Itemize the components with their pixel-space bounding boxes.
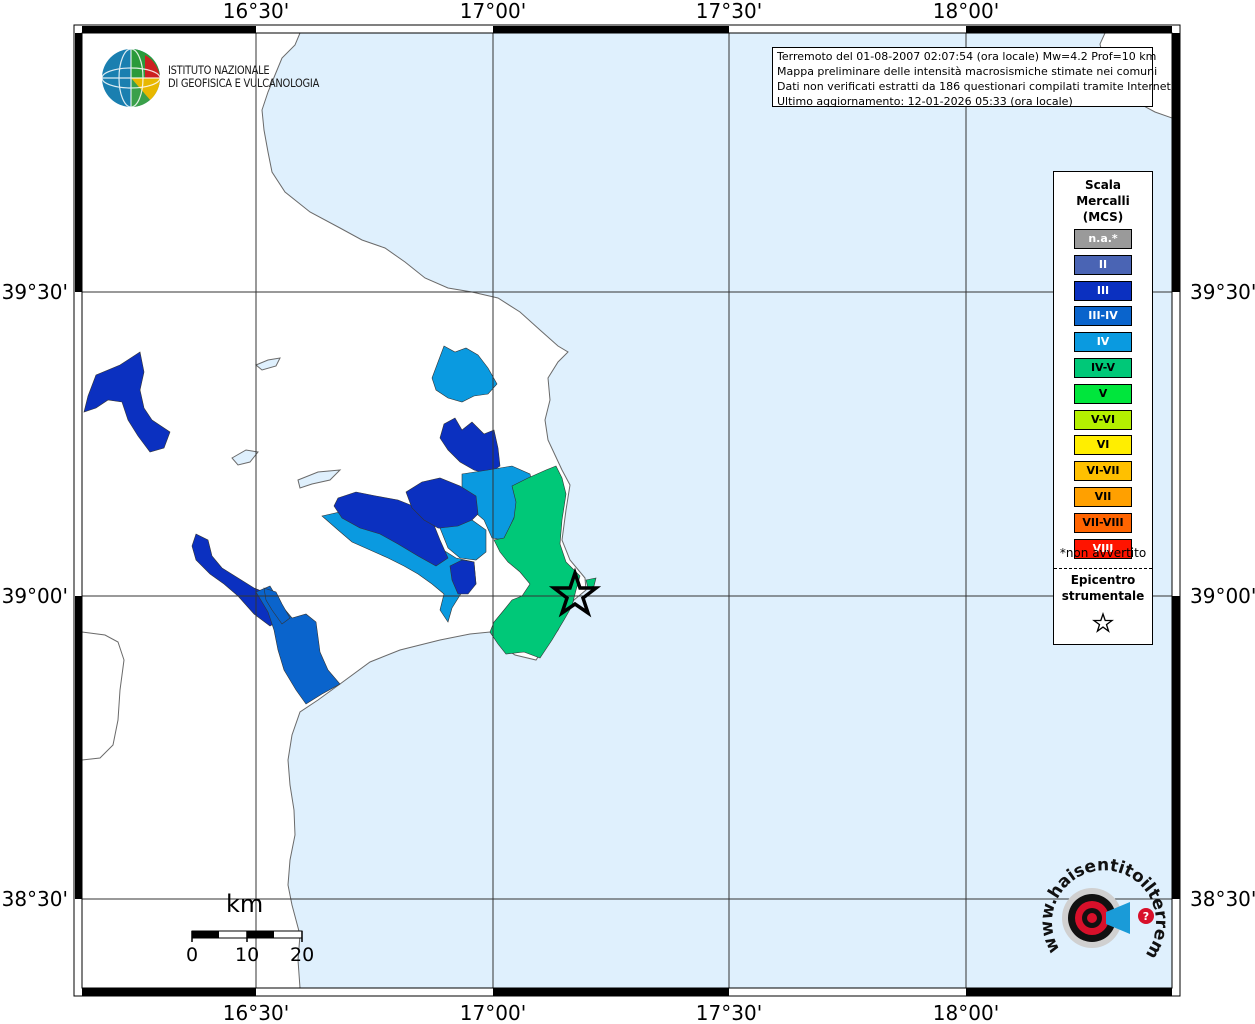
legend-note: *non avvertito [1059, 546, 1147, 560]
tick-label: 18°00' [933, 0, 999, 23]
legend-swatch: n.a.* [1074, 229, 1132, 249]
legend-swatch: VI-VII [1074, 461, 1132, 482]
legend-swatch: IV [1074, 332, 1132, 353]
tick-label: 16°30' [223, 0, 289, 23]
legend-title-line: Scala [1084, 178, 1122, 192]
tick-label: 17°00' [460, 1001, 526, 1024]
tick-label: 38°30' [2, 887, 68, 911]
event-info-line: Ultimo aggiornamento: 12-01-2026 05:33 (… [777, 95, 1073, 108]
tick-label: 39°00' [2, 584, 68, 608]
legend-star-icon [1092, 612, 1114, 633]
legend-swatch: III [1074, 280, 1132, 301]
svg-text:?: ? [1143, 910, 1149, 923]
legend-divider [1054, 568, 1152, 569]
right-tick-labels: 39°30' 39°00' 38°30' [1190, 280, 1255, 911]
tick-label: 16°30' [223, 1001, 289, 1024]
legend-epicentre-label: Epicentro strumentale [1054, 572, 1152, 604]
intensity-legend: Scala Mercalli (MCS) n.a.* II III III-IV IV I… [1053, 171, 1153, 645]
legend-swatch: VII-VIII [1074, 512, 1132, 533]
event-info-line: Dati non verificati estratti da 186 ques… [777, 80, 1175, 93]
tick-label: 39°00' [1190, 584, 1255, 608]
tick-label: 17°30' [696, 0, 762, 23]
legend-swatch: VI [1074, 435, 1132, 456]
logo-line: DI GEOFISICA E VULCANOLOGIA [168, 76, 320, 90]
tick-label: 39°30' [1190, 280, 1255, 304]
top-tick-labels: 16°30' 17°00' 17°30' 18°00' [223, 0, 999, 23]
event-info-box: Terremoto del 01-08-2007 02:07:54 (ora l… [772, 47, 1175, 108]
tick-label: 18°00' [933, 1001, 999, 1024]
legend-swatch: IV-V [1074, 357, 1132, 378]
ingv-logo-icon [101, 48, 161, 108]
legend-swatch: III-IV [1074, 306, 1132, 327]
legend-items: n.a.* II III III-IV IV IV-V V V-VI VI VI-VII VII VI… [1074, 229, 1132, 564]
bottom-tick-labels: 16°30' 17°00' 17°30' 18°00' [223, 1001, 999, 1024]
ingv-logo-text: ISTITUTO NAZIONALE DI GEOFISICA E VULCAN… [168, 64, 319, 90]
legend-title-line: Mercalli [1076, 194, 1130, 208]
legend-title-line: (MCS) [1082, 210, 1124, 224]
event-info-line: Mappa preliminare delle intensità macros… [777, 65, 1158, 78]
tick-label: 17°00' [460, 0, 526, 23]
legend-swatch: II [1074, 254, 1132, 275]
tick-label: 38°30' [1190, 887, 1255, 911]
left-tick-labels: 39°30' 39°00' 38°30' [2, 280, 68, 911]
scale-unit-label: km [226, 890, 264, 918]
legend-title: Scala Mercalli (MCS) [1054, 177, 1152, 225]
legend-swatch: V-VI [1074, 409, 1132, 430]
legend-epicentre-line: Epicentro [1070, 573, 1136, 587]
scale-label: 0 [186, 944, 199, 966]
legend-swatch: VII [1074, 486, 1132, 507]
legend-swatch: V [1074, 383, 1132, 404]
tick-label: 39°30' [2, 280, 68, 304]
tick-label: 17°30' [696, 1001, 762, 1024]
scale-label: 10 [235, 944, 260, 966]
legend-epicentre-line: strumentale [1061, 589, 1145, 603]
scale-label: 20 [290, 944, 315, 966]
event-info-line: Terremoto del 01-08-2007 02:07:54 (ora l… [777, 50, 1157, 63]
